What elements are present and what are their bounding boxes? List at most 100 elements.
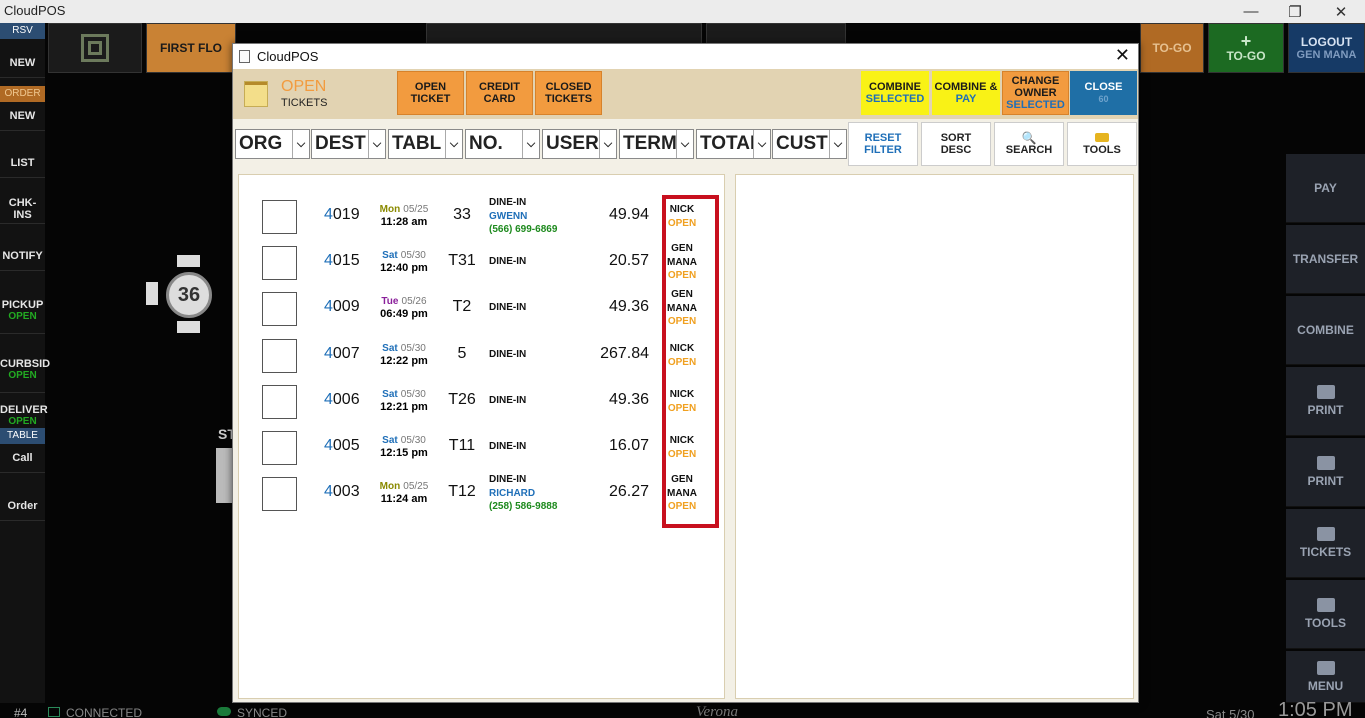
ticket-monthday: 05/30 — [400, 389, 426, 400]
right-action-6[interactable]: TOOLS — [1286, 580, 1365, 649]
sidebar-item-status: OPEN — [8, 416, 37, 427]
ticket-row[interactable]: 4006 Sat 05/30 12:21 pm T26 DINE-IN 49.36 NICK… — [239, 378, 727, 424]
restore-button[interactable]: ❐ — [1272, 0, 1318, 23]
ticket-number: 4003 — [324, 483, 360, 501]
togo-tab[interactable]: TO-GO — [1140, 23, 1204, 73]
floor-table-36[interactable]: 36 — [146, 255, 230, 339]
minimize-button[interactable]: — — [1228, 0, 1274, 23]
ticket-row[interactable]: 4005 Sat 05/30 12:15 pm T11 DINE-IN 16.07 NICK… — [239, 424, 727, 470]
ticket-info: DINE-IN GWENN (566) 699-6869 — [489, 196, 557, 237]
closed-tickets-line1: CLOSED — [545, 81, 592, 93]
combine-pay-button[interactable]: COMBINE & PAY — [932, 71, 1000, 115]
credit-card-button[interactable]: CREDIT CARD — [466, 71, 533, 115]
ticket-checkbox[interactable] — [262, 431, 297, 465]
sidebar-item-2[interactable]: LIST — [0, 148, 45, 178]
sort-desc-button[interactable]: SORT DESC — [921, 122, 991, 166]
ticket-row[interactable]: 4007 Sat 05/30 12:22 pm 5 DINE-IN 267.84 NICK O… — [239, 332, 727, 378]
sidebar-item-8[interactable]: Call — [0, 443, 45, 473]
tools-button[interactable]: TOOLS — [1067, 122, 1137, 166]
right-action-4[interactable]: PRINT — [1286, 438, 1365, 507]
credit-card-line2: CARD — [483, 93, 516, 105]
search-button[interactable]: 🔍 SEARCH — [994, 122, 1064, 166]
chair-bottom — [177, 321, 200, 333]
sidebar-item-label: NOTIFY — [2, 249, 43, 262]
first-floor-tab[interactable]: FIRST FLO — [146, 23, 236, 73]
sidebar-item-6[interactable]: CURBSID OPEN — [0, 347, 50, 393]
ticket-list-panel: 4019 Mon 05/25 11:28 am 33 DINE-IN GWENN (566)… — [238, 174, 725, 699]
right-action-2[interactable]: COMBINE — [1286, 296, 1365, 365]
filter-cust[interactable]: CUST ⌵ — [772, 129, 847, 159]
ticket-checkbox[interactable] — [262, 200, 297, 234]
ticket-number-rest: 015 — [332, 252, 360, 269]
ticket-checkbox[interactable] — [262, 339, 297, 373]
right-action-3[interactable]: PRINT — [1286, 367, 1365, 436]
ticket-destination: DINE-IN — [489, 441, 527, 452]
filter-user[interactable]: USER ⌵ — [542, 129, 617, 159]
right-action-label: PRINT — [1307, 474, 1344, 488]
filter-no[interactable]: NO. ⌵ — [465, 129, 540, 159]
filter-totai[interactable]: TOTAI ⌵ — [696, 129, 771, 159]
sidebar-item-1[interactable]: NEW — [0, 101, 45, 131]
sidebar-item-9[interactable]: Order — [0, 491, 45, 521]
right-action-label: MENU — [1307, 678, 1344, 693]
sidebar-item-5[interactable]: PICKUP OPEN — [0, 288, 45, 334]
dialog-close-icon[interactable]: ✕ — [1115, 45, 1130, 66]
ticket-amount: 20.57 — [608, 252, 649, 269]
right-action-5[interactable]: TICKETS — [1286, 509, 1365, 578]
combine-pay-line1: COMBINE & — [934, 81, 998, 93]
table-header: TABLE — [0, 428, 45, 444]
combine-selected-button[interactable]: COMBINE SELECTED — [861, 71, 929, 115]
filter-term[interactable]: TERM ⌵ — [619, 129, 694, 159]
ticket-checkbox[interactable] — [262, 292, 297, 326]
ticket-info: DINE-IN — [489, 348, 526, 362]
connected-icon — [48, 707, 60, 717]
right-action-1[interactable]: TRANSFER — [1286, 225, 1365, 294]
right-action-0[interactable]: PAY — [1286, 154, 1365, 223]
credit-card-line1: CREDIT — [479, 81, 520, 93]
closed-tickets-button[interactable]: CLOSED TICKETS — [535, 71, 602, 115]
ticket-day: Sat — [382, 250, 398, 261]
ticket-number-prefix: 4 — [324, 437, 333, 454]
window-close-button[interactable]: ✕ — [1318, 0, 1364, 23]
right-action-label: TRANSFER — [1292, 252, 1359, 266]
ticket-checkbox[interactable] — [262, 246, 297, 280]
ticket-info: DINE-IN — [489, 440, 526, 454]
ticket-destination: DINE-IN — [489, 197, 527, 208]
close-dialog-button[interactable]: CLOSE 60 — [1070, 71, 1137, 115]
sidebar-item-4[interactable]: NOTIFY — [0, 241, 45, 271]
new-togo-button[interactable]: + TO-GO — [1208, 23, 1284, 73]
status-bar: #4 CONNECTED SYNCED Verona Sat 5/30 1:05… — [0, 699, 1365, 718]
reset-filter-button[interactable]: RESET FILTER — [848, 122, 918, 166]
ticket-number-prefix: 4 — [324, 483, 333, 500]
ticket-row[interactable]: 4019 Mon 05/25 11:28 am 33 DINE-IN GWENN (566)… — [239, 193, 727, 239]
ticket-day: Tue — [381, 296, 399, 307]
open-ticket-button[interactable]: OPEN TICKET — [397, 71, 464, 115]
filter-org[interactable]: ORG ⌵ — [235, 129, 310, 159]
ticket-checkbox[interactable] — [262, 385, 297, 419]
floor-plan-button[interactable] — [48, 23, 142, 73]
change-owner-button[interactable]: CHANGE OWNER SELECTED — [1002, 71, 1069, 115]
filter-tabl[interactable]: TABL ⌵ — [388, 129, 463, 159]
tickets-label: TICKETS — [281, 97, 328, 109]
sidebar-item-3[interactable]: CHK-INS — [0, 194, 45, 224]
sidebar-item-0[interactable]: NEW — [0, 48, 45, 78]
ticket-row[interactable]: 4015 Sat 05/30 12:40 pm T31 DINE-IN 20.57 GEN M… — [239, 239, 727, 285]
pos-app: RSV NEW NEW LIST CHK-INS NOTIFY PICKUP OPEN CUR… — [0, 23, 1365, 718]
ticket-row[interactable]: 4009 Tue 05/26 06:49 pm T2 DINE-IN 49.36 GEN MA… — [239, 285, 727, 331]
ticket-row[interactable]: 4003 Mon 05/25 11:24 am T12 DINE-IN RICHARD (2… — [239, 470, 727, 516]
ticket-date: Sat 05/30 — [374, 249, 434, 262]
ticket-datetime: Sat 05/30 12:40 pm — [374, 249, 434, 275]
ticket-number-prefix: 4 — [324, 391, 333, 408]
right-action-7[interactable]: MENU — [1286, 651, 1365, 703]
change-owner-line1: CHANGE — [1011, 75, 1060, 87]
filter-dest[interactable]: DEST ⌵ — [311, 129, 386, 159]
ticket-date: Tue 05/26 — [374, 295, 434, 308]
ticket-checkbox[interactable] — [262, 477, 297, 511]
ticket-table: T2 — [452, 298, 472, 315]
ticket-time: 11:28 am — [380, 216, 428, 228]
logout-button[interactable]: LOGOUT GEN MANA — [1288, 23, 1365, 73]
ticket-info: DINE-IN — [489, 394, 526, 408]
ticket-monthday: 05/25 — [403, 204, 429, 215]
ticket-number-prefix: 4 — [324, 206, 333, 223]
ticket-amount: 26.27 — [608, 483, 649, 500]
